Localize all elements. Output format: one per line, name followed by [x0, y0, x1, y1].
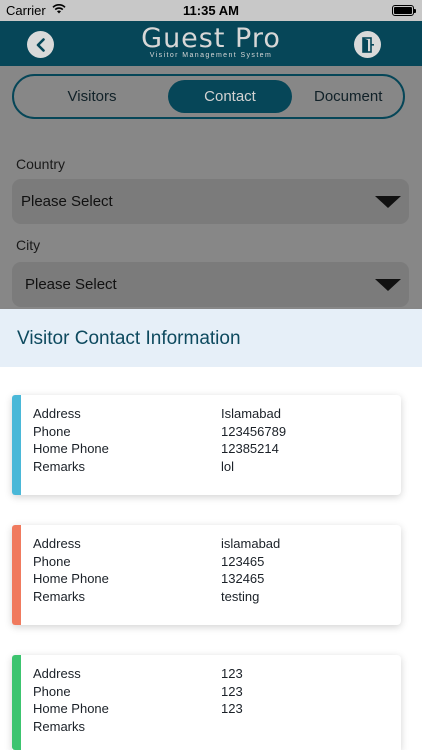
tab-document[interactable]: Document [314, 76, 403, 117]
tab-visitors[interactable]: Visitors [22, 76, 162, 117]
country-select-value: Please Select [21, 193, 113, 210]
card-accent [12, 525, 21, 625]
logout-door-icon [361, 36, 374, 53]
status-bar: Carrier 11:35 AM [0, 0, 422, 21]
clock: 11:35 AM [183, 3, 239, 18]
contact-card[interactable]: Address 123 Phone 123 Home Phone 123 Remark… [12, 655, 401, 750]
contact-panel-header: Visitor Contact Information [0, 309, 422, 367]
card-accent [12, 655, 21, 750]
battery-icon [392, 5, 416, 16]
caret-down-icon [375, 279, 401, 291]
panel-title: Visitor Contact Information [17, 328, 241, 349]
contact-card[interactable]: Address islamabad Phone 123465 Home Phone 1… [12, 525, 401, 625]
city-select-value: Please Select [25, 276, 117, 293]
country-select[interactable]: Please Select [12, 179, 409, 224]
city-select[interactable]: Please Select [12, 262, 409, 307]
tab-bar: Visitors Contact Document [12, 74, 405, 119]
city-label: City [16, 237, 41, 253]
card-accent [12, 395, 21, 495]
caret-down-icon [375, 196, 401, 208]
visitor-form: Visitors Contact Document Country Please… [0, 66, 422, 309]
app-header: Guest Pro Visitor Management System [0, 21, 422, 66]
tab-contact[interactable]: Contact [168, 80, 292, 113]
logout-button[interactable] [354, 31, 381, 58]
country-label: Country [16, 156, 66, 172]
contact-card[interactable]: Address Islamabad Phone 123456789 Home Pho… [12, 395, 401, 495]
